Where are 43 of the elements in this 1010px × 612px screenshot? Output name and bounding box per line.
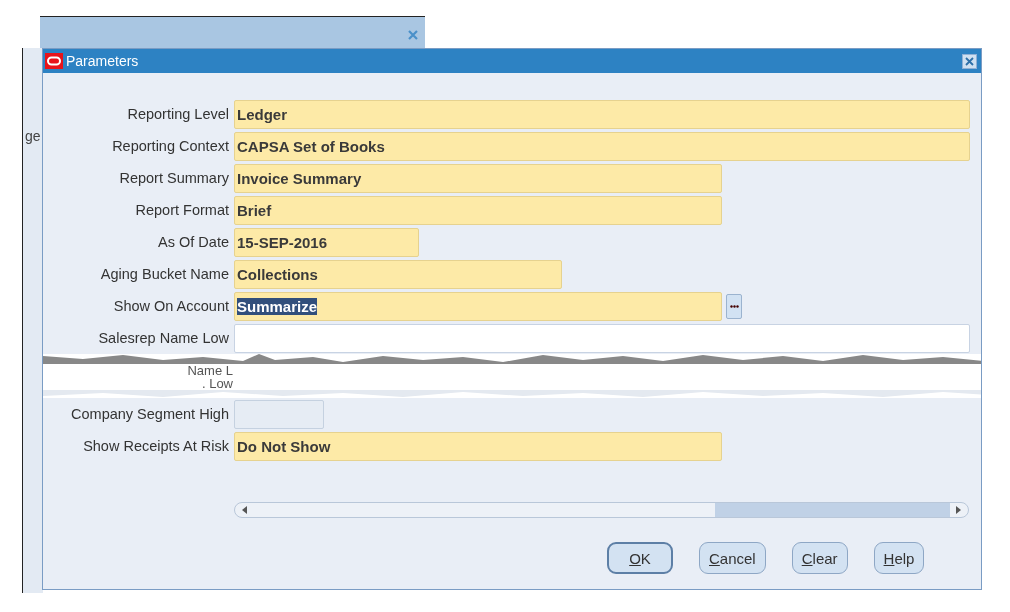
dialog-button[interactable]: OK: [607, 542, 673, 574]
scroll-right-icon[interactable]: [954, 506, 962, 514]
close-button[interactable]: [962, 53, 977, 69]
field-value: Summarize: [237, 297, 318, 315]
input-field[interactable]: Summarize: [234, 291, 722, 321]
field-value: Do Not Show: [237, 437, 331, 455]
field-value: CAPSA Set of Books: [237, 137, 385, 155]
input-field[interactable]: Collections: [234, 259, 562, 289]
list-of-values-button[interactable]: [726, 293, 742, 319]
input-field[interactable]: Brief: [234, 195, 722, 225]
field-value: 15-SEP-2016: [237, 233, 328, 251]
input-field[interactable]: Invoice Summary: [234, 163, 722, 193]
field-label: Company Segment High: [70, 406, 230, 422]
dialog-button[interactable]: Cancel: [699, 542, 766, 574]
field-label: Report Summary: [118, 170, 230, 186]
dialog-button[interactable]: Clear: [791, 542, 848, 574]
input-field[interactable]: Do Not Show: [234, 431, 722, 461]
ellipsis-icon: [729, 304, 739, 308]
field-label: Name L: [187, 364, 233, 377]
field-value: Ledger: [237, 105, 287, 123]
horizontal-scrollbar[interactable]: [234, 502, 969, 518]
field-label: Reporting Level: [126, 106, 230, 122]
field-label: Report Format: [134, 202, 230, 218]
scroll-left-icon[interactable]: [241, 506, 249, 514]
field-label: Aging Bucket Name: [99, 266, 230, 282]
dialog-button[interactable]: Help: [873, 542, 925, 574]
field-label: Reporting Context: [111, 138, 230, 154]
field-label: . Low: [201, 377, 233, 390]
oval-logo-icon: [45, 53, 63, 69]
close-icon: [407, 29, 419, 41]
field-label: Show Receipts At Risk: [82, 438, 230, 454]
input-field[interactable]: 15-SEP-2016: [234, 227, 419, 257]
field-value: Brief: [237, 201, 272, 219]
field-label: As Of Date: [157, 234, 230, 250]
field-label: Salesrep Name Low: [97, 330, 230, 346]
field-value: Invoice Summary: [237, 169, 362, 187]
field-label: Show On Account: [112, 298, 230, 314]
field-value: Collections: [237, 265, 318, 283]
input-field[interactable]: CAPSA Set of Books: [234, 131, 970, 161]
input-field[interactable]: Ledger: [234, 99, 970, 129]
input-field[interactable]: [234, 323, 970, 353]
window-text: ge: [25, 128, 41, 144]
window-title: Parameters: [66, 53, 140, 69]
